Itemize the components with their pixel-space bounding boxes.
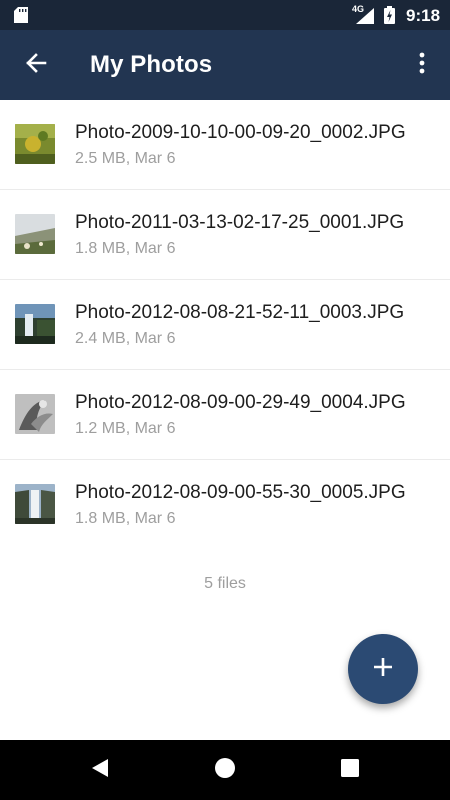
more-options-button[interactable] <box>400 43 444 87</box>
file-name: Photo-2012-08-09-00-29-49_0004.JPG <box>75 392 406 413</box>
photo-thumbnail <box>15 124 55 164</box>
sd-card-icon <box>14 7 28 28</box>
arrow-left-icon <box>25 52 47 79</box>
file-meta: 1.8 MB, Mar 6 <box>75 510 176 527</box>
file-meta: 2.4 MB, Mar 6 <box>75 330 176 347</box>
photo-thumbnail <box>15 214 55 254</box>
nav-back-button[interactable] <box>80 750 120 790</box>
photo-thumbnail <box>15 394 55 434</box>
file-meta: 1.2 MB, Mar 6 <box>75 420 176 437</box>
nav-recents-button[interactable] <box>330 750 370 790</box>
file-meta: 1.8 MB, Mar 6 <box>75 240 176 257</box>
file-row[interactable]: Photo-2012-08-08-21-52-11_0003.JPG 2.4 M… <box>0 280 450 370</box>
file-name: Photo-2012-08-09-00-55-30_0005.JPG <box>75 482 406 503</box>
file-row[interactable]: Photo-2012-08-09-00-29-49_0004.JPG 1.2 M… <box>0 370 450 460</box>
circle-home-icon <box>214 757 236 784</box>
more-vert-icon <box>419 52 425 79</box>
file-meta: 2.5 MB, Mar 6 <box>75 150 176 167</box>
battery-charging-icon <box>384 6 395 29</box>
file-row[interactable]: Photo-2012-08-09-00-55-30_0005.JPG 1.8 M… <box>0 460 450 550</box>
file-name: Photo-2009-10-10-00-09-20_0002.JPG <box>75 122 406 143</box>
triangle-back-icon <box>90 758 110 783</box>
file-count-label: 5 files <box>204 575 246 592</box>
file-row[interactable]: Photo-2011-03-13-02-17-25_0001.JPG 1.8 M… <box>0 190 450 280</box>
add-file-button[interactable] <box>348 634 418 704</box>
back-button[interactable] <box>14 43 58 87</box>
plus-icon <box>373 657 393 682</box>
photo-thumbnail <box>15 304 55 344</box>
file-row[interactable]: Photo-2009-10-10-00-09-20_0002.JPG 2.5 M… <box>0 100 450 190</box>
file-list: Photo-2009-10-10-00-09-20_0002.JPG 2.5 M… <box>0 100 450 550</box>
clock: 9:18 <box>406 6 441 25</box>
system-nav-bar <box>0 740 450 800</box>
photo-thumbnail <box>15 484 55 524</box>
file-name: Photo-2012-08-08-21-52-11_0003.JPG <box>75 302 405 323</box>
file-name: Photo-2011-03-13-02-17-25_0001.JPG <box>75 212 405 233</box>
app-bar: My Photos <box>0 30 450 100</box>
status-bar: 4G 9:18 <box>0 0 450 30</box>
signal-icon <box>356 8 374 29</box>
nav-home-button[interactable] <box>205 750 245 790</box>
page-title: My Photos <box>90 51 213 78</box>
square-recents-icon <box>341 758 359 782</box>
